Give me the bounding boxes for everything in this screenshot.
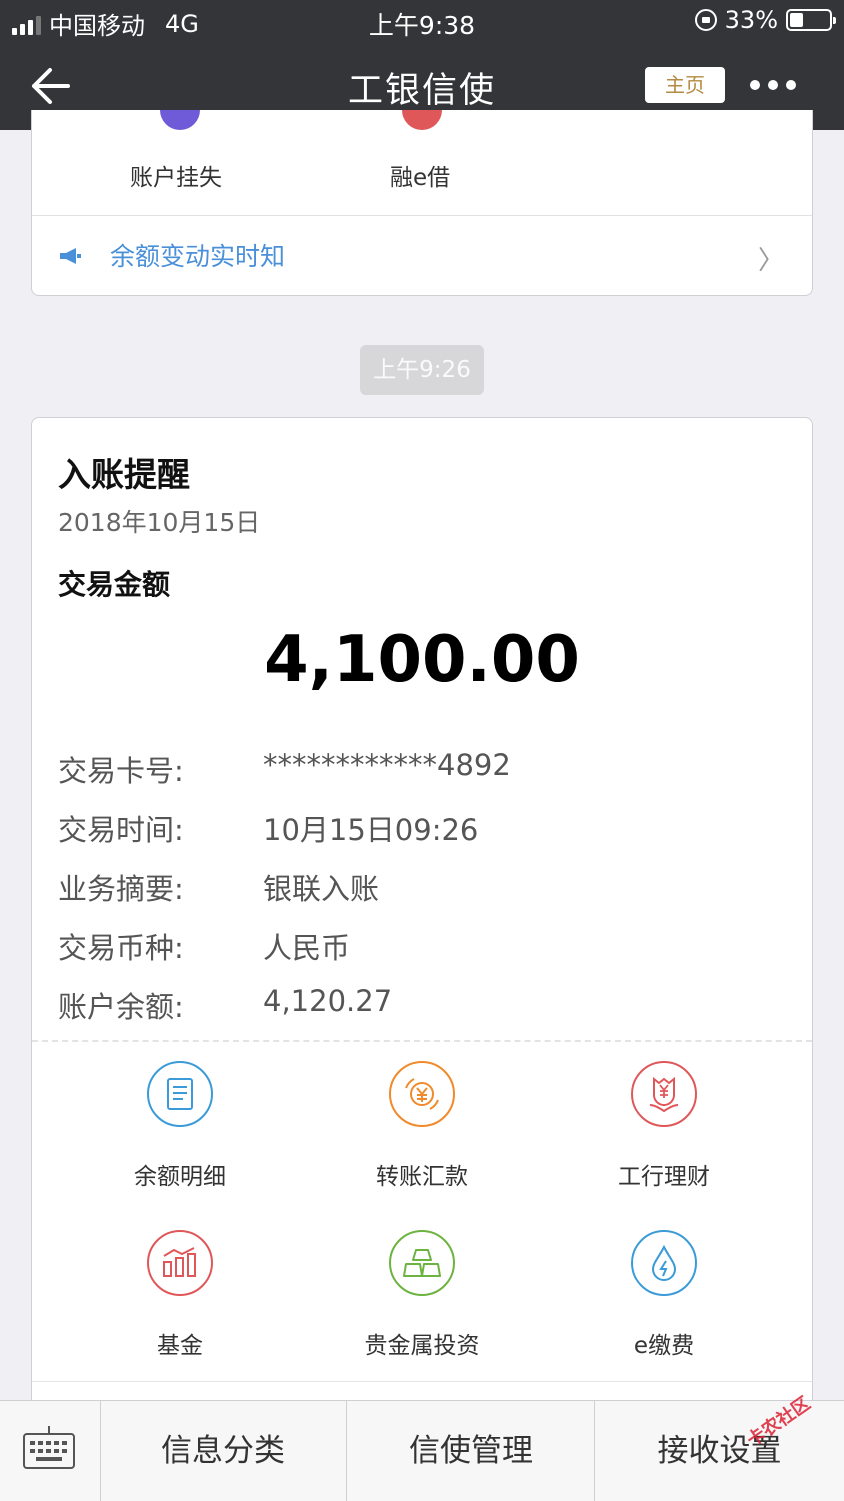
service-label: 贵金属投资 bbox=[364, 1333, 480, 1359]
detail-key: 业务摘要: bbox=[58, 872, 184, 906]
divider bbox=[32, 215, 812, 216]
transaction-amount: 4,100.00 bbox=[264, 623, 580, 697]
detail-key: 交易币种: bbox=[58, 931, 184, 965]
detail-value: 10月15日09:26 bbox=[263, 813, 479, 847]
loan-icon bbox=[402, 110, 442, 130]
orientation-lock-icon bbox=[694, 9, 717, 31]
bottom-menu-bar: 信息分类 信使管理 接收设置 bbox=[0, 1400, 844, 1501]
detail-value: 银联入账 bbox=[263, 872, 380, 906]
quick-actions-card: 账户挂失 融e借 余额变动实时知 〉 bbox=[31, 110, 813, 296]
balance-detail-button[interactable]: 余额明细 bbox=[80, 1061, 280, 1191]
service-label: 基金 bbox=[157, 1333, 203, 1359]
transfer-button[interactable]: 转账汇款 bbox=[322, 1061, 522, 1191]
more-icon[interactable] bbox=[750, 80, 796, 90]
message-title: 入账提醒 bbox=[58, 455, 190, 494]
tab-messenger-management[interactable]: 信使管理 bbox=[348, 1401, 595, 1501]
megaphone-icon bbox=[60, 248, 81, 264]
home-button[interactable]: 主页 bbox=[645, 67, 725, 103]
detail-key: 交易时间: bbox=[58, 813, 184, 847]
keyboard-toggle[interactable] bbox=[0, 1401, 101, 1501]
water-drop-icon bbox=[631, 1230, 697, 1296]
keyboard-icon bbox=[23, 1426, 75, 1469]
account-loss-button[interactable]: 账户挂失 bbox=[130, 158, 222, 192]
detail-value: 人民币 bbox=[263, 931, 351, 965]
service-label: 工行理财 bbox=[618, 1164, 710, 1190]
chevron-right-icon[interactable]: 〉 bbox=[758, 240, 784, 277]
dashed-divider bbox=[32, 1040, 812, 1042]
lost-card-icon bbox=[160, 110, 200, 130]
exchange-yuan-icon bbox=[389, 1061, 455, 1127]
bar-chart-icon bbox=[147, 1230, 213, 1296]
status-bar: 中国移动 4G 上午9:38 33% bbox=[0, 0, 844, 42]
battery-percent: 33% bbox=[724, 6, 778, 34]
detail-key: 交易卡号: bbox=[58, 754, 184, 788]
wealth-management-button[interactable]: 工行理财 bbox=[564, 1061, 764, 1191]
battery-icon bbox=[786, 9, 836, 31]
tab-message-category[interactable]: 信息分类 bbox=[100, 1401, 347, 1501]
service-label: 转账汇款 bbox=[376, 1164, 468, 1190]
divider bbox=[32, 1381, 812, 1382]
message-timestamp: 上午9:26 bbox=[360, 345, 484, 395]
precious-metals-button[interactable]: 贵金属投资 bbox=[322, 1230, 522, 1360]
fund-button[interactable]: 基金 bbox=[80, 1230, 280, 1360]
flower-yuan-icon bbox=[631, 1061, 697, 1127]
document-icon bbox=[147, 1061, 213, 1127]
detail-value: ************4892 bbox=[263, 748, 511, 782]
service-label: e缴费 bbox=[633, 1333, 695, 1359]
e-payment-button[interactable]: e缴费 bbox=[564, 1230, 764, 1360]
service-label: 余额明细 bbox=[134, 1164, 226, 1190]
message-date: 2018年10月15日 bbox=[58, 508, 261, 537]
rong-e-loan-button[interactable]: 融e借 bbox=[390, 158, 450, 192]
balance-notice-link[interactable]: 余额变动实时知 bbox=[110, 237, 285, 273]
detail-key: 账户余额: bbox=[58, 990, 184, 1024]
deposit-notification-card: 入账提醒 2018年10月15日 交易金额 4,100.00 交易卡号: ***… bbox=[31, 417, 813, 1417]
amount-label: 交易金额 bbox=[58, 568, 171, 601]
gold-bars-icon bbox=[389, 1230, 455, 1296]
detail-value: 4,120.27 bbox=[263, 984, 393, 1018]
